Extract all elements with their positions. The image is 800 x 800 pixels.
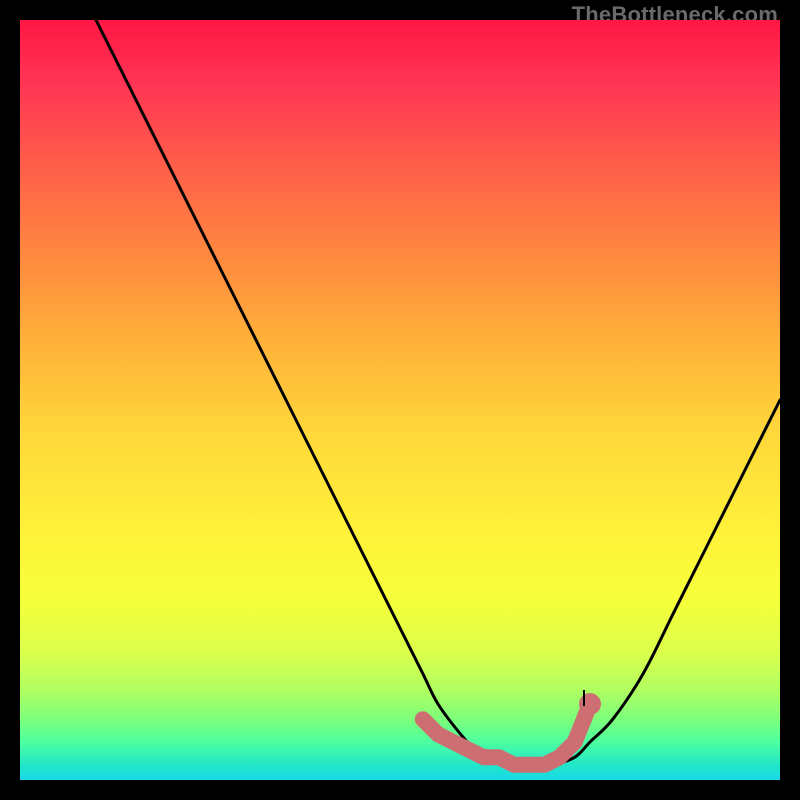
chart-frame: TheBottleneck.com xyxy=(0,0,800,800)
bottleneck-range-band xyxy=(423,704,590,765)
chart-svg xyxy=(20,20,780,780)
plot-area xyxy=(20,20,780,780)
bottleneck-curve xyxy=(96,20,780,765)
bottleneck-range-markers xyxy=(423,693,601,765)
bottleneck-range-end-marker xyxy=(579,693,601,715)
